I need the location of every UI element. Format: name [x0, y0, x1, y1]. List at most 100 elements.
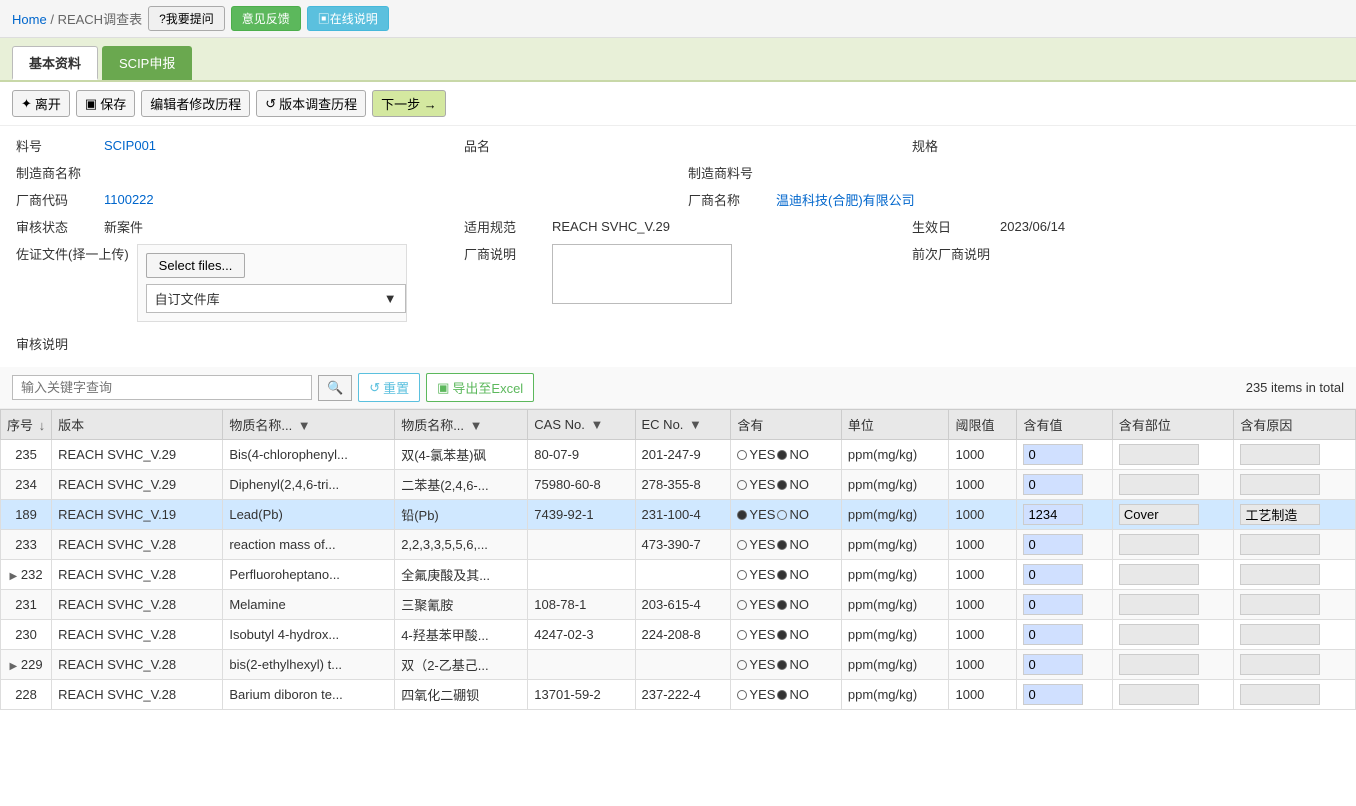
cell-version: REACH SVHC_V.19 — [52, 500, 223, 530]
no-radio[interactable] — [777, 690, 787, 700]
cell-unit: ppm(mg/kg) — [841, 500, 949, 530]
contain-part-input[interactable] — [1119, 594, 1199, 615]
contain-part-input[interactable] — [1119, 564, 1199, 585]
version-history-button[interactable]: ↺ 版本调查历程 — [256, 90, 366, 117]
cell-cas-no — [528, 530, 635, 560]
cell-version: REACH SVHC_V.28 — [52, 530, 223, 560]
filter-ec-icon[interactable]: ▼ — [689, 417, 702, 432]
filter-cas-icon[interactable]: ▼ — [590, 417, 603, 432]
edit-history-button[interactable]: 编辑者修改历程 — [141, 90, 250, 117]
contain-reason-input[interactable] — [1240, 444, 1320, 465]
tab-basic-info[interactable]: 基本资料 — [12, 46, 98, 80]
contain-part-input[interactable] — [1119, 474, 1199, 495]
no-radio[interactable] — [777, 630, 787, 640]
no-radio[interactable] — [777, 570, 787, 580]
contain-reason-input[interactable] — [1240, 474, 1320, 495]
contain-reason-input[interactable] — [1240, 534, 1320, 555]
filter-substance-en-icon[interactable]: ▼ — [298, 418, 311, 433]
sort-seq-icon[interactable]: ↓ — [39, 418, 46, 433]
contain-reason-input[interactable] — [1240, 504, 1320, 525]
export-icon: ▣ — [437, 380, 449, 396]
expand-icon[interactable]: ▶ — [10, 661, 18, 672]
yes-radio[interactable] — [737, 540, 747, 550]
cell-contain-part — [1112, 560, 1234, 590]
vendor-code-value: 1100222 — [104, 192, 154, 207]
contain-val-input[interactable] — [1023, 474, 1083, 495]
home-link[interactable]: Home — [12, 12, 47, 27]
cell-contain-part — [1112, 500, 1234, 530]
contain-val-input[interactable] — [1023, 684, 1083, 705]
yes-radio[interactable] — [737, 660, 747, 670]
select-files-button[interactable]: Select files... — [146, 253, 246, 278]
expand-icon[interactable]: ▶ — [10, 571, 18, 582]
cell-unit: ppm(mg/kg) — [841, 470, 949, 500]
yes-radio[interactable] — [737, 690, 747, 700]
breadcrumb: Home / REACH调查表 — [12, 9, 142, 28]
no-radio[interactable] — [777, 600, 787, 610]
leave-button[interactable]: ✦ 离开 — [12, 90, 70, 117]
applicable-standard-value: REACH SVHC_V.29 — [552, 219, 670, 234]
cell-contain-reason — [1234, 590, 1356, 620]
no-radio[interactable] — [777, 510, 787, 520]
contain-reason-input[interactable] — [1240, 684, 1320, 705]
save-label: 保存 — [100, 94, 126, 113]
cell-threshold: 1000 — [949, 680, 1017, 710]
contain-part-input[interactable] — [1119, 654, 1199, 675]
tab-scip[interactable]: SCIP申报 — [102, 46, 192, 80]
cell-unit: ppm(mg/kg) — [841, 650, 949, 680]
contain-val-input[interactable] — [1023, 444, 1083, 465]
contain-val-input[interactable] — [1023, 564, 1083, 585]
contain-val-input[interactable] — [1023, 594, 1083, 615]
contain-val-input[interactable] — [1023, 534, 1083, 555]
cell-version: REACH SVHC_V.28 — [52, 620, 223, 650]
no-radio[interactable] — [777, 480, 787, 490]
cell-contain-part — [1112, 650, 1234, 680]
yes-radio[interactable] — [737, 480, 747, 490]
yes-radio[interactable] — [737, 570, 747, 580]
vendor-note-textarea[interactable] — [552, 244, 732, 304]
save-button[interactable]: ▣ 保存 — [76, 90, 135, 117]
review-note-label: 审核说明 — [16, 337, 68, 352]
cell-ec-no — [635, 650, 731, 680]
field-spec: 规格 — [912, 136, 1340, 155]
contain-part-input[interactable] — [1119, 444, 1199, 465]
yes-radio[interactable] — [737, 510, 747, 520]
contain-val-input[interactable] — [1023, 624, 1083, 645]
search-button[interactable]: 🔍 — [318, 375, 352, 401]
search-input[interactable] — [12, 375, 312, 400]
contain-reason-input[interactable] — [1240, 624, 1320, 645]
contain-val-input[interactable] — [1023, 504, 1083, 525]
yes-radio[interactable] — [737, 600, 747, 610]
online-help-button[interactable]: ▣在线说明 — [307, 6, 389, 31]
cell-unit: ppm(mg/kg) — [841, 620, 949, 650]
contain-part-input[interactable] — [1119, 624, 1199, 645]
filter-substance-zh-icon[interactable]: ▼ — [470, 418, 483, 433]
yes-radio[interactable] — [737, 630, 747, 640]
contain-reason-input[interactable] — [1240, 654, 1320, 675]
contain-reason-input[interactable] — [1240, 594, 1320, 615]
cell-ec-no: 278-355-8 — [635, 470, 731, 500]
field-vendor-code: 厂商代码 1100222 — [16, 190, 668, 209]
export-button[interactable]: ▣ 导出至Excel — [426, 373, 534, 402]
field-vendor-note: 厂商说明 — [464, 244, 892, 304]
contain-reason-input[interactable] — [1240, 564, 1320, 585]
review-status-label: 审核状态 — [16, 217, 96, 236]
contain-part-input[interactable] — [1119, 504, 1199, 525]
feedback-button[interactable]: 意见反馈 — [231, 6, 301, 31]
cell-seq: 233 — [1, 530, 52, 560]
toolbar: ✦ 离开 ▣ 保存 编辑者修改历程 ↺ 版本调查历程 下一步 → — [0, 82, 1356, 126]
no-radio[interactable] — [777, 540, 787, 550]
no-radio[interactable] — [777, 660, 787, 670]
cell-substance-zh: 四氧化二硼钡 — [395, 680, 528, 710]
next-button[interactable]: 下一步 → — [372, 90, 446, 117]
cell-threshold: 1000 — [949, 440, 1017, 470]
ask-button[interactable]: ?我要提问 — [148, 6, 225, 31]
no-radio[interactable] — [777, 450, 787, 460]
cell-substance-en: Diphenyl(2,4,6-tri... — [223, 470, 395, 500]
yes-radio[interactable] — [737, 450, 747, 460]
contain-part-input[interactable] — [1119, 684, 1199, 705]
contain-part-input[interactable] — [1119, 534, 1199, 555]
reset-button[interactable]: ↺ 重置 — [358, 373, 420, 402]
contain-val-input[interactable] — [1023, 654, 1083, 675]
file-dropdown[interactable]: 自订文件库 ▼ — [146, 284, 406, 313]
